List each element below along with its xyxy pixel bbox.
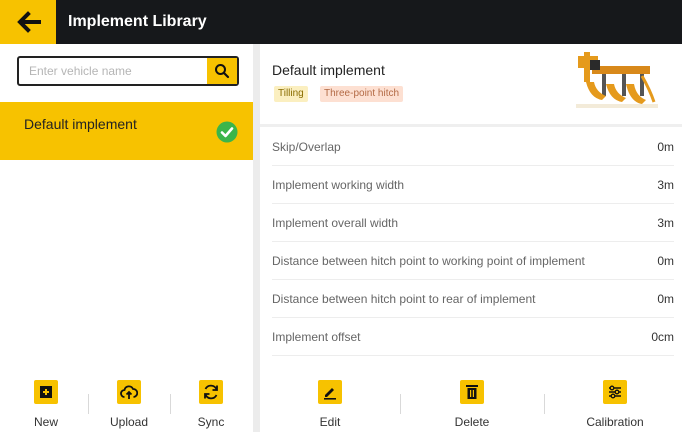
edit-icon (318, 380, 342, 404)
delete-label: Delete (454, 415, 490, 429)
param-value: 0cm (651, 330, 674, 344)
param-row-hitch-to-rear: Distance between hitch point to rear of … (272, 279, 674, 318)
param-label: Distance between hitch point to working … (272, 254, 585, 268)
vehicle-list-panel: Default implement New Upload (0, 44, 253, 432)
param-value: 3m (657, 178, 674, 192)
param-row-skip-overlap: Skip/Overlap 0m (272, 127, 674, 166)
edit-label: Edit (319, 415, 341, 429)
param-label: Implement working width (272, 178, 405, 192)
page-title: Implement Library (68, 13, 207, 30)
list-item[interactable]: Default implement (0, 102, 253, 160)
param-label: Implement overall width (272, 216, 399, 230)
search-box (17, 56, 239, 86)
check-circle-icon (216, 121, 238, 143)
tag-tilling: Tilling (274, 86, 308, 102)
implement-image (576, 52, 658, 108)
new-button[interactable]: New (28, 370, 64, 432)
back-arrow-icon (17, 11, 41, 33)
param-value: 0m (657, 292, 674, 306)
param-value: 3m (657, 216, 674, 230)
param-label: Distance between hitch point to rear of … (272, 292, 536, 306)
new-icon (34, 380, 58, 404)
param-value: 0m (657, 140, 674, 154)
app-header: Implement Library (0, 0, 682, 44)
sliders-icon (603, 380, 627, 404)
calibration-button[interactable]: Calibration (580, 370, 650, 432)
panel-divider (253, 44, 260, 432)
sync-button[interactable]: Sync (194, 370, 228, 432)
list-toolbar: New Upload Sync (0, 370, 253, 432)
upload-label: Upload (109, 415, 149, 429)
cloud-upload-icon (117, 380, 141, 404)
search-button[interactable] (207, 58, 237, 84)
param-row-offset: Implement offset 0cm (272, 317, 674, 356)
search-input[interactable] (19, 58, 209, 84)
upload-button[interactable]: Upload (105, 370, 153, 432)
delete-button[interactable]: Delete (450, 370, 494, 432)
implement-header: Default implement Tilling Three-point hi… (260, 44, 682, 124)
back-button[interactable] (0, 0, 56, 44)
trash-icon (460, 380, 484, 404)
param-label: Implement offset (272, 330, 361, 344)
param-label: Skip/Overlap (272, 140, 341, 154)
new-label: New (33, 415, 58, 429)
param-row-hitch-to-working-point: Distance between hitch point to working … (272, 241, 674, 280)
edit-button[interactable]: Edit (312, 370, 348, 432)
param-row-overall-width: Implement overall width 3m (272, 203, 674, 242)
sync-label: Sync (197, 415, 225, 429)
list-item-label: Default implement (24, 116, 137, 132)
implement-detail-panel: Default implement Tilling Three-point hi… (260, 44, 682, 432)
sync-icon (199, 380, 223, 404)
calibration-label: Calibration (586, 415, 644, 429)
toolbar-divider (400, 394, 401, 414)
param-value: 0m (657, 254, 674, 268)
search-icon (215, 64, 230, 79)
toolbar-divider (544, 394, 545, 414)
tag-hitch: Three-point hitch (320, 86, 404, 102)
toolbar-divider (170, 394, 171, 414)
param-row-working-width: Implement working width 3m (272, 165, 674, 204)
implement-name: Default implement (272, 62, 385, 78)
implement-toolbar: Edit Delete Calibration (260, 370, 682, 432)
toolbar-divider (88, 394, 89, 414)
